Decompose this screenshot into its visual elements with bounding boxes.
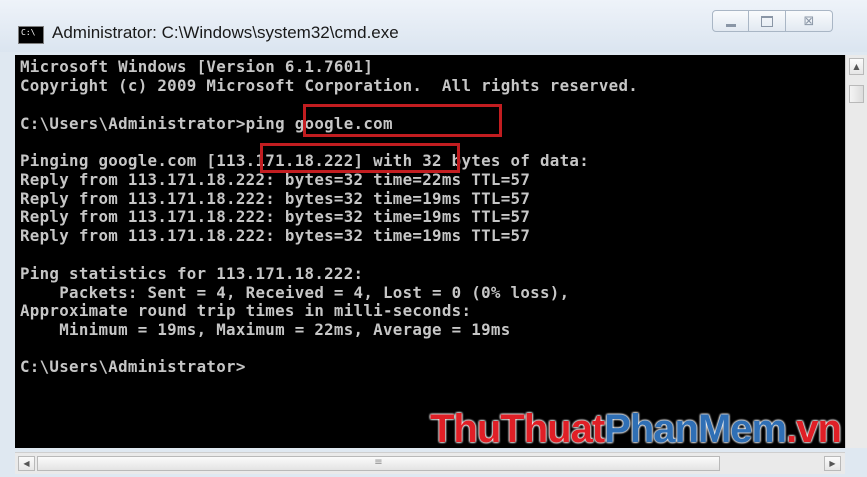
console-line: Reply from 113.171.18.222: bytes=32 time… [20,226,531,245]
horizontal-scroll-thumb[interactable]: ≡ [37,456,720,471]
maximize-icon [761,15,773,27]
console-prompt: C:\Users\Administrator> [20,357,246,376]
minimize-button[interactable] [712,10,749,32]
console-app-icon-text: C:\ [21,28,36,37]
maximize-button[interactable] [749,10,786,32]
watermark-part-2: PhanMem [604,407,787,451]
console-line: Minimum = 19ms, Maximum = 22ms, Average … [20,320,511,339]
console-line: Reply from 113.171.18.222: bytes=32 time… [20,207,531,226]
scroll-left-button[interactable]: ◀ [18,456,35,471]
window-title: Administrator: C:\Windows\system32\cmd.e… [52,23,399,42]
vertical-scrollbar[interactable]: ▲ [845,55,867,448]
close-button[interactable]: ⊠ [786,10,833,32]
highlight-box-ip-address [260,143,460,173]
console-app-icon[interactable]: C:\ [18,26,44,44]
close-icon: ⊠ [803,13,815,29]
highlight-box-command [303,104,502,137]
scroll-up-button[interactable]: ▲ [849,58,864,75]
vertical-scroll-thumb[interactable] [849,85,864,103]
horizontal-scrollbar[interactable]: ◀ ≡ ▶ [15,452,845,474]
caption-buttons: ⊠ [712,10,856,32]
console-line: Microsoft Windows [Version 6.1.7601] [20,57,374,76]
console-line: Reply from 113.171.18.222: bytes=32 time… [20,189,531,208]
console-line: Packets: Sent = 4, Received = 4, Lost = … [20,283,570,302]
console-line: Ping statistics for 113.171.18.222: [20,264,364,283]
minimize-icon [725,23,736,27]
scroll-right-button[interactable]: ▶ [824,456,841,471]
console-output[interactable]: Microsoft Windows [Version 6.1.7601] Cop… [15,55,845,448]
console-line: Copyright (c) 2009 Microsoft Corporation… [20,76,639,95]
watermark-part-3: .vn [786,407,842,451]
title-bar[interactable]: C:\ Administrator: C:\Windows\system32\c… [0,0,867,52]
watermark-logo: ThuThuatPhanMem.vn [430,405,842,453]
size-grip-corner [845,452,867,477]
watermark-part-1: ThuThuat [430,407,605,451]
cmd-window: C:\ Administrator: C:\Windows\system32\c… [0,0,867,477]
console-line: Approximate round trip times in milli-se… [20,301,472,320]
